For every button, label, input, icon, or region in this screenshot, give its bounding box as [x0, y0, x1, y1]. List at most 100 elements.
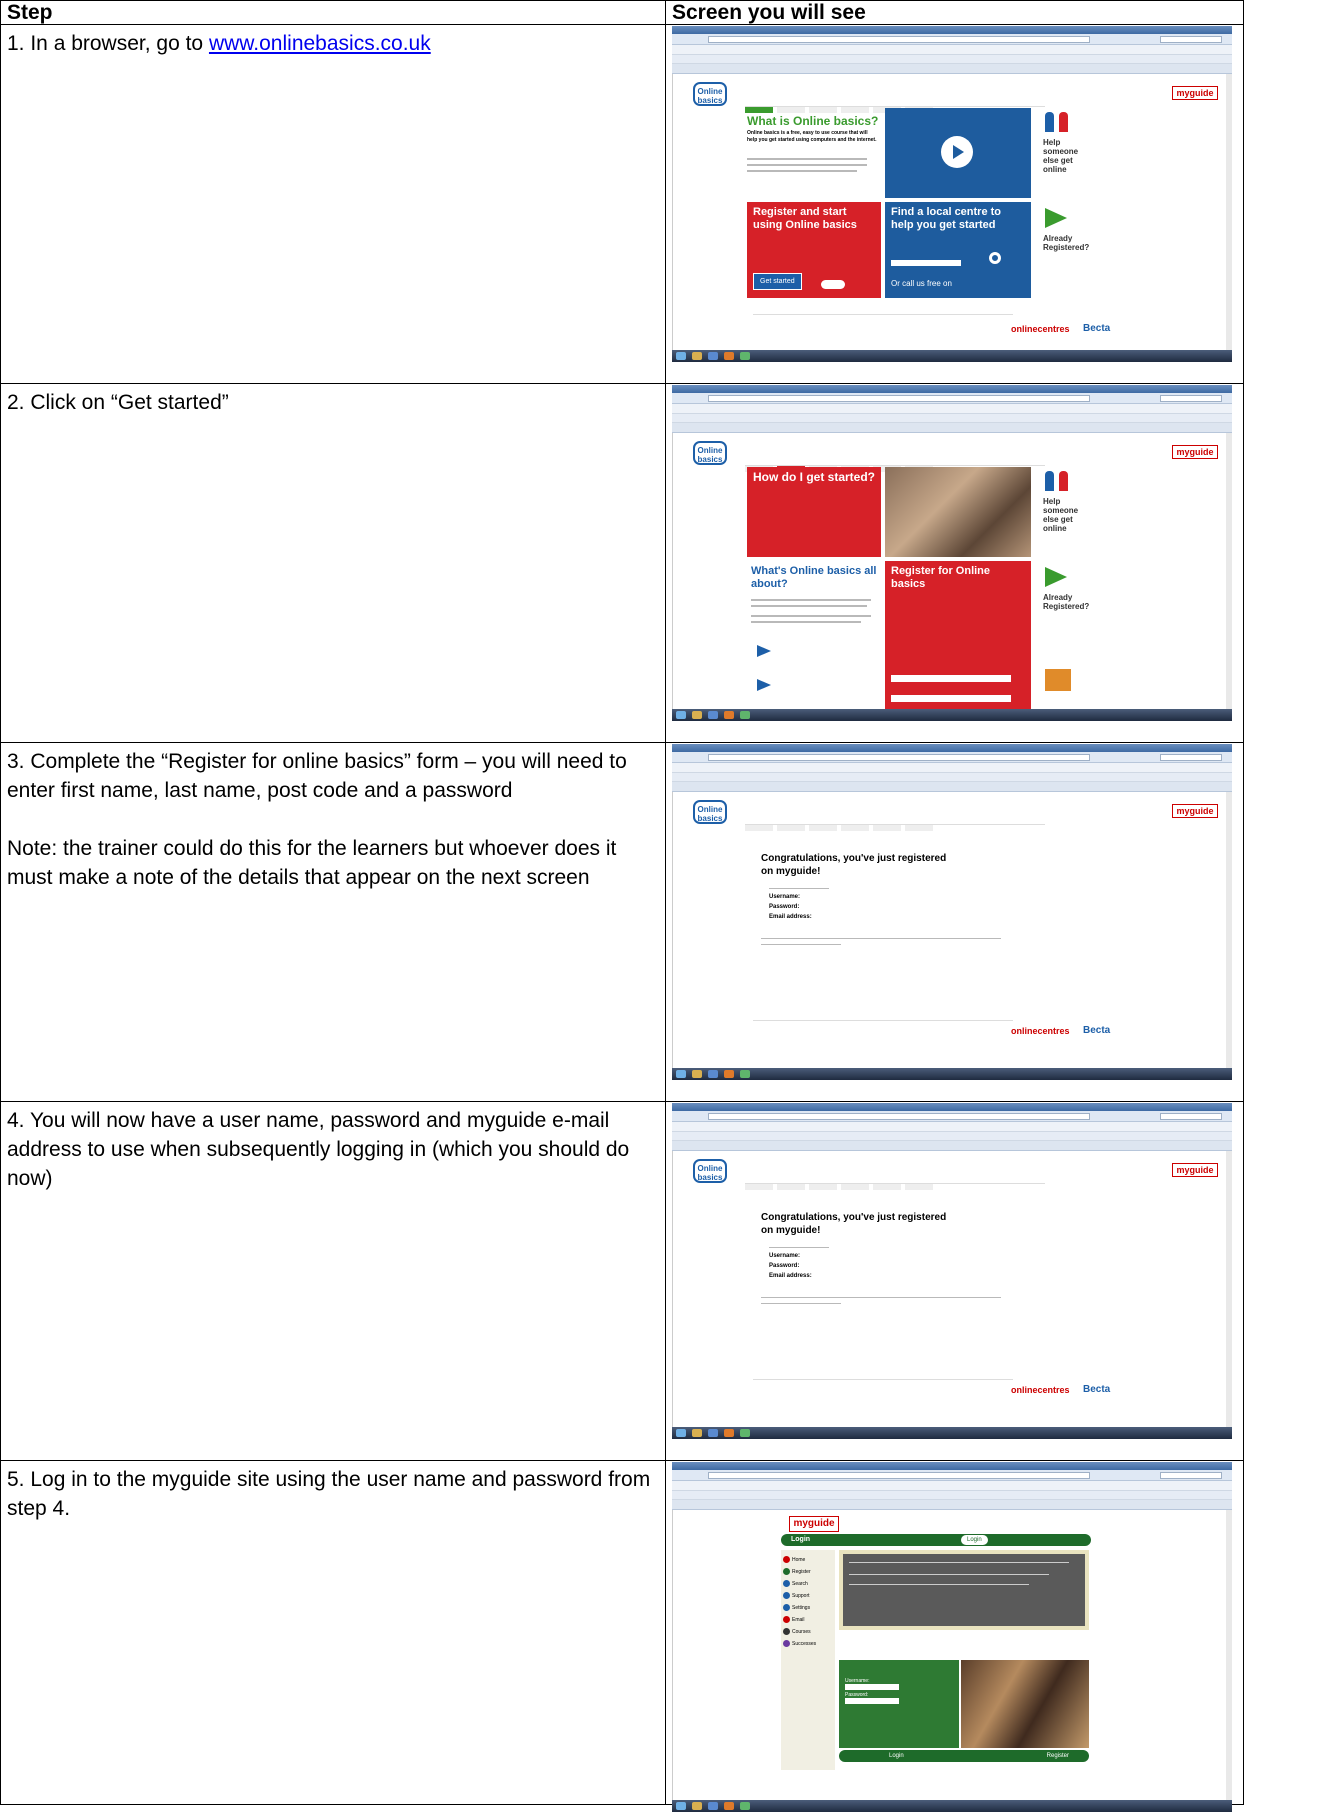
step-2-text: 2. Click on “Get started” — [7, 391, 229, 414]
screenshot-5: myguide Login Login Home Register Search Su… — [672, 1462, 1232, 1812]
web-page: Online basics myguide How do I get start… — [672, 433, 1232, 709]
password-label: Password: — [769, 1263, 800, 1269]
site-nav — [745, 459, 1045, 472]
menu-item-icon — [783, 1556, 790, 1564]
bottom-login-button[interactable]: Login — [889, 1750, 904, 1762]
becta-logo: Becta — [1083, 1025, 1111, 1036]
username-label: Username: — [769, 1253, 801, 1259]
myguide-logo: myguide — [1172, 445, 1218, 459]
step-5-cell: 5. Log in to the myguide site using the … — [0, 1460, 666, 1805]
header-step: Step — [0, 0, 666, 25]
username-label: Username: — [769, 894, 801, 900]
arrow-icon — [1045, 567, 1067, 587]
myguide-logo: myguide — [789, 1516, 839, 1532]
web-page: Online basics myguide Congratulations, y… — [672, 792, 1232, 1068]
screen-2-cell: Online basics myguide How do I get start… — [665, 383, 1244, 743]
menu-item[interactable]: Register — [783, 1566, 816, 1578]
password-label: Password: — [769, 904, 800, 910]
table-row: 3. Complete the “Register for online bas… — [0, 742, 1244, 1102]
site-nav — [745, 1177, 1045, 1190]
find-centre-title: Find a local centre to help you get star… — [891, 206, 1002, 231]
menu-item[interactable]: Courses — [783, 1626, 816, 1638]
table-row: 5. Log in to the myguide site using the … — [0, 1460, 1244, 1812]
username-input[interactable] — [845, 1684, 899, 1690]
onlinecentres-logo: onlinecentres — [1011, 324, 1070, 334]
congrats-heading: Congratulations, you've just registered … — [761, 853, 947, 877]
web-page: Online basics myguide What is Online bas… — [672, 74, 1232, 350]
play-icon[interactable] — [941, 136, 973, 168]
get-started-button[interactable]: Get started — [753, 273, 802, 290]
onlinebasics-link[interactable]: www.onlinebasics.co.uk — [209, 32, 431, 55]
menu-item[interactable]: Email — [783, 1614, 816, 1626]
search-icon[interactable] — [989, 252, 1001, 264]
menu-item-icon — [783, 1628, 790, 1636]
help-someone-title: Help someone else get online — [1043, 497, 1079, 533]
step-4-text: 4. You will now have a user name, passwo… — [7, 1109, 630, 1190]
myguide-logo: myguide — [1172, 86, 1218, 100]
header-screen: Screen you will see — [665, 0, 1244, 25]
steps-table: Step Screen you will see 1. In a browser… — [0, 0, 1244, 1812]
browser-tab-bar — [672, 64, 1232, 74]
browser-toolbar — [672, 45, 1232, 55]
menu-item-label: Email — [792, 1617, 805, 1623]
step-3-cell: 3. Complete the “Register for online bas… — [0, 742, 666, 1102]
menu-item-label: Courses — [792, 1629, 811, 1635]
menu-item-label: Register — [792, 1569, 811, 1575]
register-form-title: Register for Online basics — [891, 565, 991, 590]
arrow-icon — [757, 679, 771, 691]
surname-input[interactable] — [891, 695, 1011, 702]
register-panel: Register and start using Online basics G… — [747, 202, 881, 298]
how-started-panel: How do I get started? — [747, 467, 881, 557]
table-row: 1. In a browser, go to www.onlinebasics.… — [0, 24, 1244, 384]
password-input[interactable] — [845, 1698, 899, 1704]
arrow-icon — [1045, 208, 1067, 228]
onlinecentres-logo: onlinecentres — [1011, 1026, 1070, 1036]
step-3-text: 3. Complete the “Register for online bas… — [7, 750, 627, 802]
people-photo — [885, 467, 1031, 557]
menu-item-icon — [783, 1592, 790, 1600]
menu-item-icon — [783, 1640, 790, 1648]
people-icon — [1043, 471, 1073, 493]
box-icon — [1045, 669, 1071, 691]
menu-item-label: Search — [792, 1581, 808, 1587]
online-basics-logo: Online basics — [693, 1159, 727, 1183]
email-label: Email address: — [769, 914, 812, 920]
menu-item-icon — [783, 1568, 790, 1576]
browser-favorites-bar — [672, 55, 1232, 64]
menu-item[interactable]: Support — [783, 1590, 816, 1602]
menu-list: Home Register Search Support Settings Email Co… — [783, 1554, 816, 1650]
menu-item[interactable]: Search — [783, 1578, 816, 1590]
menu-item[interactable]: Home — [783, 1554, 816, 1566]
step-1-cell: 1. In a browser, go to www.onlinebasics.… — [0, 24, 666, 384]
windows-taskbar — [672, 350, 1232, 362]
step-4-cell: 4. You will now have a user name, passwo… — [0, 1101, 666, 1461]
browser-title-bar — [672, 26, 1232, 34]
find-centre-panel: Find a local centre to help you get star… — [885, 202, 1031, 298]
about-title: What's Online basics all about? — [751, 565, 877, 590]
key-icon — [821, 280, 845, 289]
myguide-logo: myguide — [1172, 1163, 1218, 1177]
call-us-text: Or call us free on — [891, 279, 952, 288]
screen-4-cell: Online basics myguide Congratulations, y… — [665, 1101, 1244, 1461]
login-button[interactable]: Login — [961, 1535, 988, 1545]
email-label: Email address: — [769, 1273, 812, 1279]
login-title: Login — [791, 1536, 811, 1543]
first-name-input[interactable] — [891, 675, 1011, 682]
help-someone-title: Help someone else get online — [1043, 138, 1079, 174]
screen-1-cell: Online basics myguide What is Online bas… — [665, 24, 1244, 384]
menu-item-label: Settings — [792, 1605, 811, 1611]
online-basics-logo: Online basics — [693, 82, 727, 106]
menu-item[interactable]: Settings — [783, 1602, 816, 1614]
bottom-register-button[interactable]: Register — [1047, 1750, 1069, 1762]
screenshot-4: Online basics myguide Congratulations, y… — [672, 1103, 1232, 1439]
menu-item[interactable]: Successes — [783, 1638, 816, 1650]
table-header-row: Step Screen you will see — [0, 0, 1244, 25]
learners-photo — [961, 1660, 1089, 1748]
arrow-icon — [757, 645, 771, 657]
menu-item-label: Support — [792, 1593, 810, 1599]
table-row: 4. You will now have a user name, passwo… — [0, 1101, 1244, 1461]
login-form-panel: Username: Password: — [839, 1660, 959, 1748]
postcode-input[interactable] — [891, 260, 961, 266]
becta-logo: Becta — [1083, 323, 1111, 334]
congrats-heading: Congratulations, you've just registered … — [761, 1212, 947, 1236]
